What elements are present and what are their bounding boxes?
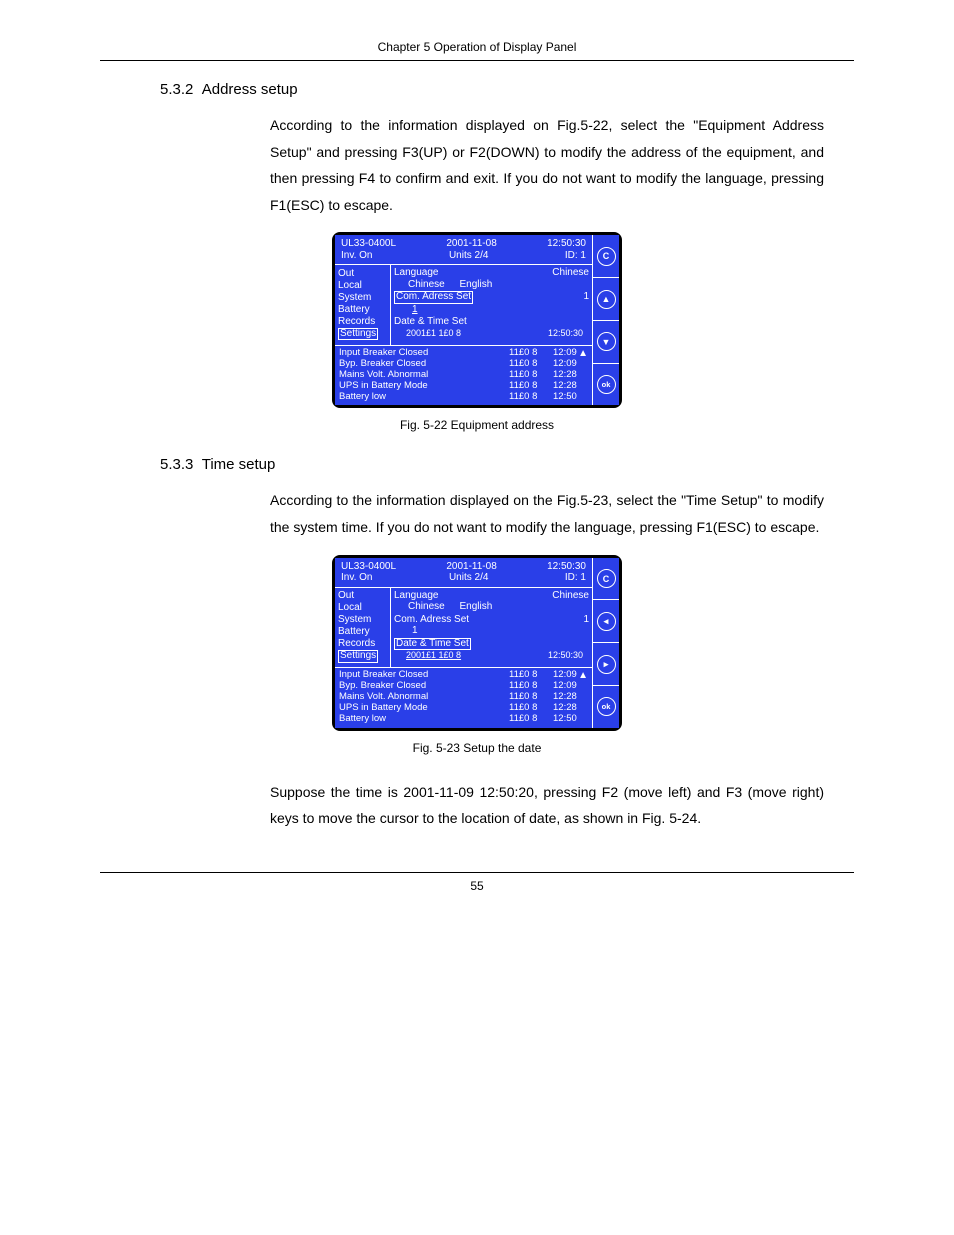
footer-rule [100,872,854,873]
menu-local[interactable]: Local [338,280,390,292]
language-label: Language [394,267,439,279]
datetime-label: Date & Time Set [394,316,467,327]
lcd-sidebar: Out Local System Battery Records Setting… [335,265,391,345]
time-label: 12:50:30 [547,561,586,573]
addr-set-label: Com. Adress Set [394,614,469,626]
language-opt-english[interactable]: English [459,601,492,612]
date-label: 2001-11-08 [446,238,496,250]
language-current: Chinese [552,267,589,279]
lcd-events: ▲ Input Breaker Closed11£­0 812:09 Byp. … [335,668,592,728]
addr-set-label[interactable]: Com. Adress Set [394,291,473,304]
scroll-up-icon[interactable]: ▲ [578,348,588,360]
section-heading: Time setup [202,456,276,473]
ok-button[interactable]: ok [597,697,616,716]
event-row: Battery low11£­0 812:50 [339,714,588,725]
menu-settings[interactable]: Settings [338,650,378,663]
menu-records[interactable]: Records [338,638,390,650]
section-num: 5.3.2 [160,81,193,98]
lcd-buttons: C ◂ ▸ ok [592,558,619,728]
addr-edit-value[interactable]: 1 [412,304,418,315]
esc-button[interactable]: C [597,247,616,266]
up-button[interactable]: ▲ [597,290,616,309]
event-row: UPS in Battery Mode11£­0 812:28 [339,381,588,392]
dt-date: 2001£­1 1£­0 8 [406,328,461,338]
model-label: UL33-0400L [341,238,396,250]
dt-time: 12:50:30 [548,328,583,338]
lcd-screen: UL33-0400L 2001-11-08 12:50:30 Inv. On U… [335,558,592,728]
status-label: Inv. On [341,250,373,262]
dt-date-edit[interactable]: 2001£­1 1£­0 8 [406,650,461,660]
page-number: 55 [100,879,854,893]
para-533b: Suppose the time is 2001-11-09 12:50:20,… [270,779,824,832]
section-heading: Address setup [202,81,298,98]
menu-settings[interactable]: Settings [338,328,378,341]
esc-button[interactable]: C [597,569,616,588]
caption-fig23: Fig. 5-23 Setup the date [100,741,854,755]
units-label: Units 2/4 [449,572,488,584]
menu-battery[interactable]: Battery [338,626,390,638]
language-opt-chinese[interactable]: Chinese [408,279,445,290]
chapter-header: Chapter 5 Operation of Display Panel [100,40,854,54]
status-label: Inv. On [341,572,373,584]
menu-out[interactable]: Out [338,590,390,602]
lcd-events: ▲ Input Breaker Closed11£­0 812:09 Byp. … [335,346,592,406]
caption-fig22: Fig. 5-22 Equipment address [100,418,854,432]
addr-value: 1 [583,614,589,626]
section-title-532: 5.3.2 Address setup [160,81,854,98]
units-label: Units 2/4 [449,250,488,262]
para-532: According to the information displayed o… [270,112,824,218]
lcd-topbar: UL33-0400L 2001-11-08 12:50:30 Inv. On U… [335,558,592,588]
dt-time: 12:50:30 [548,650,583,660]
language-opt-english[interactable]: English [459,279,492,290]
lcd-buttons: C ▲ ▼ ok [592,235,619,405]
menu-records[interactable]: Records [338,316,390,328]
id-label: ID: 1 [565,572,586,584]
time-label: 12:50:30 [547,238,586,250]
down-button[interactable]: ▼ [597,332,616,351]
event-row: Battery low11£­0 812:50 [339,392,588,403]
right-button[interactable]: ▸ [597,655,616,674]
date-label: 2001-11-08 [446,561,496,573]
addr-value-small: 1 [412,625,418,636]
menu-out[interactable]: Out [338,268,390,280]
lcd-screen: UL33-0400L 2001-11-08 12:50:30 Inv. On U… [335,235,592,405]
menu-local[interactable]: Local [338,602,390,614]
addr-value: 1 [583,291,589,304]
datetime-label[interactable]: Date & Time Set [394,638,471,651]
scroll-up-icon[interactable]: ▲ [578,670,588,682]
event-row: Mains Volt. Abnormal11£­0 812:28 [339,370,588,381]
lcd-content: Language Chinese Chinese English Com. Ad… [391,265,592,345]
id-label: ID: 1 [565,250,586,262]
language-opt-chinese[interactable]: Chinese [408,601,445,612]
language-current: Chinese [552,590,589,602]
menu-battery[interactable]: Battery [338,304,390,316]
header-rule [100,60,854,61]
left-button[interactable]: ◂ [597,612,616,631]
section-title-533: 5.3.3 Time setup [160,456,854,473]
lcd-panel-fig23: UL33-0400L 2001-11-08 12:50:30 Inv. On U… [332,555,622,731]
lcd-sidebar: Out Local System Battery Records Setting… [335,588,391,668]
ok-button[interactable]: ok [597,375,616,394]
para-533a: According to the information displayed o… [270,487,824,540]
section-num: 5.3.3 [160,456,193,473]
menu-system[interactable]: System [338,292,390,304]
lcd-topbar: UL33-0400L 2001-11-08 12:50:30 Inv. On U… [335,235,592,265]
menu-system[interactable]: System [338,614,390,626]
lcd-content: Language Chinese Chinese English Com. Ad… [391,588,592,668]
lcd-panel-fig22: UL33-0400L 2001-11-08 12:50:30 Inv. On U… [332,232,622,408]
model-label: UL33-0400L [341,561,396,573]
language-label: Language [394,590,439,602]
